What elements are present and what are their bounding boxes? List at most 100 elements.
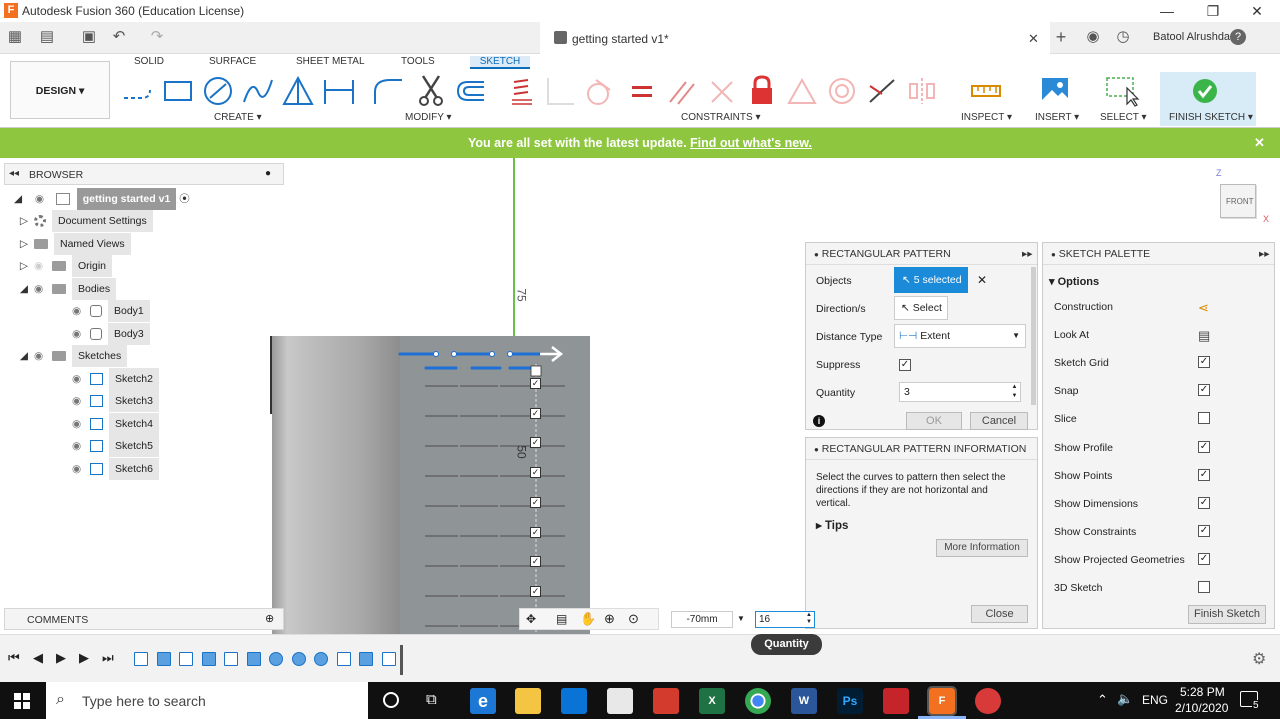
timeline-extrude-icon[interactable] — [156, 652, 171, 666]
add-tab-icon[interactable]: + — [1052, 28, 1070, 46]
palette-option-checkbox[interactable]: ✓ — [1198, 356, 1210, 369]
acrobat-icon[interactable] — [883, 688, 909, 714]
directions-select-button[interactable]: ↖ Select — [894, 296, 948, 320]
browser-item[interactable]: ◉ Sketch5 — [14, 435, 159, 457]
browser-item[interactable]: ◉ Body3 — [14, 322, 150, 345]
quantity-onscreen-stepper[interactable]: ▲ ▼ — [806, 612, 812, 626]
browser-header[interactable]: ◂◂ BROWSER ● — [4, 163, 284, 185]
visibility-eye-icon[interactable]: ◉ — [72, 390, 90, 412]
suppress-checkbox[interactable]: ✓ — [899, 359, 911, 371]
tab-tools[interactable]: TOOLS — [397, 56, 439, 67]
palette-option-checkbox[interactable] — [1198, 581, 1210, 593]
tab-solid[interactable]: SOLID — [130, 56, 168, 67]
info-close-button[interactable]: Close — [971, 605, 1028, 623]
browser-item[interactable]: ◉ Sketch3 — [14, 390, 159, 412]
tab-sketch[interactable]: SKETCH — [470, 56, 530, 69]
design-workspace-button[interactable]: DESIGN ▾ — [10, 61, 110, 119]
line-tool-icon[interactable] — [122, 78, 154, 106]
excel-icon[interactable]: X — [699, 688, 725, 714]
constraint-check-icon[interactable]: ✓ — [530, 496, 541, 508]
clear-selection-icon[interactable]: ✕ — [977, 273, 987, 287]
tangent-constraint-icon[interactable] — [866, 76, 898, 106]
expand-root-icon[interactable]: ◢ — [14, 188, 32, 210]
minimize-button[interactable]: — — [1144, 0, 1190, 22]
visibility-eye-icon[interactable]: ◉ — [72, 435, 90, 457]
visibility-eye-icon[interactable]: ◉ — [72, 300, 90, 322]
browser-item[interactable]: ◉ Sketch6 — [14, 457, 159, 480]
language-indicator[interactable]: ENG — [1142, 693, 1168, 707]
circle-tool-icon[interactable] — [202, 76, 234, 106]
viewcube[interactable]: FRONT — [1220, 184, 1256, 218]
visibility-eye-icon[interactable]: ◉ — [34, 278, 52, 300]
sketch-geometry[interactable] — [380, 338, 580, 634]
sketchup-icon[interactable] — [653, 688, 679, 714]
midpoint-constraint-icon[interactable] — [786, 76, 818, 106]
quantity-stepper[interactable]: ▲ ▼ — [1009, 383, 1020, 401]
quantity-input[interactable]: 3 — [899, 382, 1021, 402]
timeline-sketch-icon[interactable] — [224, 652, 238, 666]
go-to-end-icon[interactable]: ⏭ — [102, 650, 114, 666]
fillet-tool-icon[interactable] — [372, 76, 406, 106]
fix-constraint-icon[interactable] — [746, 74, 778, 108]
palette-option-checkbox[interactable]: ✓ — [1198, 384, 1210, 397]
store-icon[interactable] — [561, 688, 587, 714]
mail-icon[interactable] — [607, 688, 633, 714]
zoom-icon[interactable]: ⊕ — [604, 611, 615, 627]
browser-item[interactable]: ▷ Document Settings — [14, 210, 153, 232]
browser-item-label[interactable]: Sketch2 — [109, 367, 159, 390]
palette-option-checkbox[interactable]: ✓ — [1198, 468, 1210, 481]
rectangular-pattern-header[interactable]: ● RECTANGULAR PATTERN ▸▸ — [806, 243, 1037, 265]
constraint-check-icon[interactable]: ✓ — [530, 407, 541, 419]
constraint-check-icon[interactable]: ✓ — [530, 556, 541, 568]
constraint-check-icon[interactable]: ✓ — [530, 467, 541, 479]
orbit-icon[interactable]: ✥ — [526, 612, 536, 626]
timeline-sketch-icon[interactable] — [381, 652, 396, 666]
restore-button[interactable]: ❐ — [1190, 0, 1236, 22]
volume-icon[interactable]: 🔈 — [1117, 691, 1133, 707]
symmetry-constraint-icon[interactable] — [906, 76, 938, 106]
fusion-taskbar-icon[interactable]: F — [927, 686, 957, 716]
autodesk-app-icon[interactable] — [975, 688, 1001, 714]
timeline-revolve-icon[interactable] — [291, 652, 306, 666]
expand-palette-icon[interactable]: ▸▸ — [1259, 243, 1270, 265]
task-view-icon[interactable]: ⧉ — [426, 691, 437, 708]
browser-item-label[interactable]: Named Views — [54, 232, 131, 255]
user-name[interactable]: Batool Alrushdan — [1153, 31, 1236, 43]
cancel-button[interactable]: Cancel — [970, 412, 1028, 430]
finish-sketch-button[interactable]: Finish Sketch — [1188, 605, 1266, 624]
timeline-sketch-icon[interactable] — [336, 652, 351, 666]
timeline-sketch-icon[interactable] — [179, 652, 193, 666]
word-icon[interactable]: W — [791, 688, 817, 714]
viewcube-face-label[interactable]: FRONT — [1226, 197, 1254, 206]
clock-icon[interactable]: ◷ — [1114, 28, 1132, 46]
trim-tool-icon[interactable] — [415, 74, 447, 108]
palette-option-checkbox[interactable] — [1198, 412, 1210, 425]
rectangle-tool-icon[interactable] — [162, 78, 194, 106]
concentric2-constraint-icon[interactable] — [826, 76, 858, 106]
photoshop-icon[interactable]: Ps — [837, 688, 863, 714]
constraint-check-icon[interactable]: ✓ — [530, 437, 541, 449]
browser-item[interactable]: ▷ ◉ Origin — [14, 255, 113, 277]
browser-item[interactable]: ▷ Named Views — [14, 232, 131, 255]
measure-icon[interactable] — [970, 78, 1002, 104]
comments-header[interactable]: COMMENTS ⊕ — [4, 608, 284, 630]
expand-dialog-icon[interactable]: ▸▸ — [1022, 243, 1033, 265]
visibility-eye-icon[interactable]: ◉ — [35, 188, 53, 210]
palette-option-checkbox[interactable]: ✓ — [1198, 440, 1210, 453]
browser-item-label[interactable]: Body3 — [108, 322, 150, 345]
insert-image-icon[interactable] — [1040, 76, 1070, 106]
play-icon[interactable]: ▶ — [56, 650, 66, 666]
timeline-settings-icon[interactable]: ⚙ — [1252, 649, 1266, 669]
timeline-marker[interactable] — [400, 645, 403, 675]
clock-date[interactable]: 2/10/2020 — [1175, 701, 1228, 715]
chrome-icon[interactable] — [745, 688, 771, 714]
spline-tool-icon[interactable] — [242, 76, 274, 106]
browser-item[interactable]: ◢ ◉ Bodies — [14, 277, 117, 300]
coincident-constraint-icon[interactable] — [508, 76, 536, 106]
timeline-revolve-icon[interactable] — [269, 652, 283, 666]
timeline-extrude-icon[interactable] — [201, 652, 216, 666]
finish-sketch-menu[interactable]: FINISH SKETCH ▾ — [1169, 112, 1253, 123]
file-icon[interactable]: ▤ — [38, 28, 56, 46]
constraint-check-icon[interactable]: ✓ — [530, 585, 541, 597]
visibility-eye-icon[interactable]: ◉ — [72, 413, 90, 435]
